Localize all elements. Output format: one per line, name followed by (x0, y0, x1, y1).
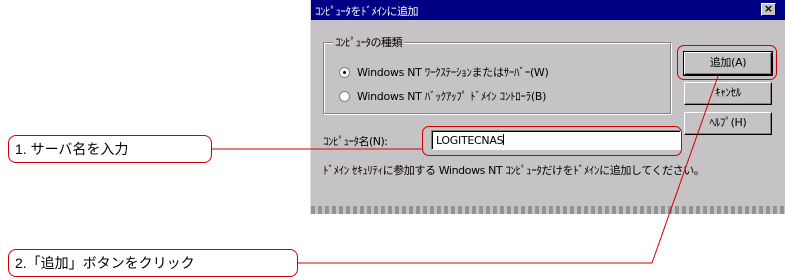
computer-name-highlight (422, 126, 682, 156)
step2-connector-diagonal (651, 75, 719, 264)
step1-callout: 1. サーバ名を入力 (8, 135, 212, 163)
step2-callout: 2.「追加」ボタンをクリック (8, 249, 298, 277)
add-button-highlight (677, 45, 777, 80)
